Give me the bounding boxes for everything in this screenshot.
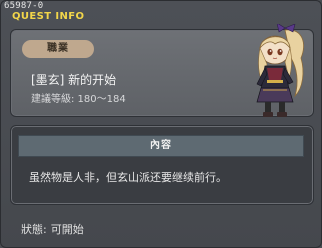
level-requirement: 建議等級: 180～184 bbox=[31, 94, 126, 105]
content-header: 內容 bbox=[18, 135, 304, 157]
status-value: 可開始 bbox=[50, 223, 84, 236]
quest-summary-panel: 職業 [墨玄] 新的开始 建議等級: 180～184 bbox=[10, 24, 314, 117]
job-badge: 職業 bbox=[22, 40, 94, 58]
window-title: QUEST INFO bbox=[12, 11, 85, 22]
quest-content-panel: 內容 虽然物是人非，但玄山派还要继续前行。 bbox=[10, 125, 314, 205]
npc-character-portrait bbox=[256, 24, 304, 117]
quest-name: [墨玄] 新的开始 bbox=[31, 73, 117, 87]
quest-info-window: 65987-0 QUEST INFO 職業 [墨玄] 新的开始 建議等級: 18… bbox=[0, 0, 322, 248]
quest-status: 狀態: 可開始 bbox=[21, 221, 84, 237]
status-label: 狀態: bbox=[21, 223, 47, 236]
quest-id: 65987-0 bbox=[4, 1, 44, 11]
content-text: 虽然物是人非，但玄山派还要继续前行。 bbox=[29, 171, 227, 184]
